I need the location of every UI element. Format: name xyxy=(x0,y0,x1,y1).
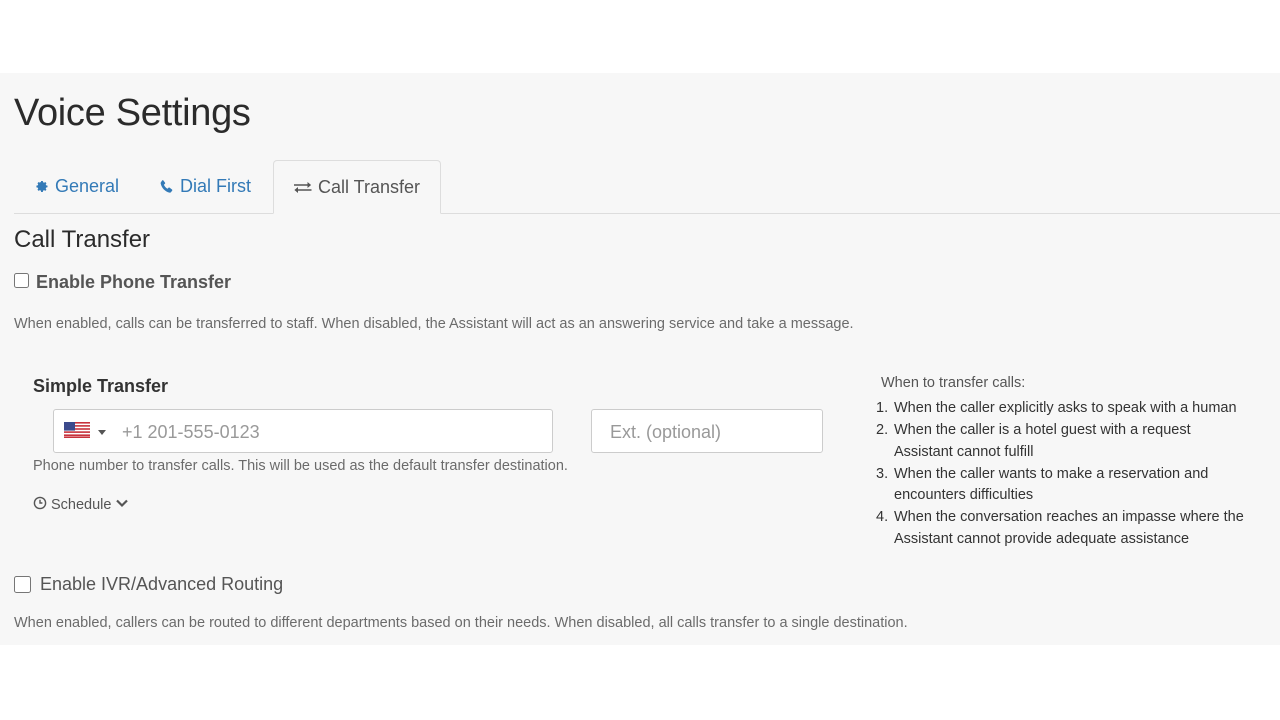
section-title: Call Transfer xyxy=(14,226,151,253)
list-item: 1. When the caller explicitly asks to sp… xyxy=(876,398,1276,420)
enable-phone-transfer-label[interactable]: Enable Phone Transfer xyxy=(36,272,231,293)
list-item-text: When the caller wants to make a reservat… xyxy=(894,465,1209,504)
chevron-down-icon xyxy=(98,430,106,435)
enable-phone-transfer-checkbox[interactable] xyxy=(14,273,29,288)
chevron-down-icon xyxy=(115,497,129,513)
tab-bar: General Dial First Call Transfer xyxy=(14,160,1280,214)
phone-icon xyxy=(160,179,174,194)
simple-transfer-title: Simple Transfer xyxy=(33,376,169,396)
list-item-text: When the caller explicitly asks to speak… xyxy=(894,400,1237,416)
country-select[interactable] xyxy=(64,422,106,443)
phone-field xyxy=(53,409,553,453)
list-item-number: 1. xyxy=(876,400,889,416)
list-item-text: When the conversation reaches an impasse… xyxy=(894,509,1244,547)
gear-icon xyxy=(34,179,49,194)
list-item: 3. When the caller wants to make a reser… xyxy=(876,464,1254,507)
when-to-transfer-list: 1. When the caller explicitly asks to sp… xyxy=(876,398,1276,551)
tab-general[interactable]: General xyxy=(14,160,139,213)
list-item-number: 2. xyxy=(876,422,889,438)
list-item-number: 4. xyxy=(876,509,889,525)
list-item-text: When the caller is a hotel guest with a … xyxy=(894,422,1191,460)
list-item: 2. When the caller is a hotel guest with… xyxy=(876,420,1234,463)
schedule-toggle[interactable]: Schedule xyxy=(33,496,129,514)
settings-panel xyxy=(0,73,1280,645)
us-flag-icon xyxy=(64,422,90,443)
phone-input[interactable] xyxy=(120,420,544,444)
phone-help: Phone number to transfer calls. This wil… xyxy=(33,458,568,474)
enable-ivr-label[interactable]: Enable IVR/Advanced Routing xyxy=(40,574,283,595)
enable-phone-transfer-help: When enabled, calls can be transferred t… xyxy=(14,316,854,332)
ext-input[interactable] xyxy=(608,420,817,444)
tab-dial-first[interactable]: Dial First xyxy=(140,160,271,213)
page-title: Voice Settings xyxy=(14,92,251,134)
ext-field xyxy=(591,409,823,453)
clock-icon xyxy=(33,496,47,514)
list-item-number: 3. xyxy=(876,465,889,482)
enable-ivr-help: When enabled, callers can be routed to d… xyxy=(14,615,908,631)
when-to-transfer-title: When to transfer calls: xyxy=(881,375,1026,391)
schedule-label: Schedule xyxy=(51,497,112,513)
exchange-icon xyxy=(294,180,312,195)
tab-general-label: General xyxy=(55,176,120,196)
tab-call-transfer-label: Call Transfer xyxy=(318,176,421,197)
enable-ivr-checkbox[interactable] xyxy=(14,576,31,593)
list-item: 4. When the conversation reaches an impa… xyxy=(876,507,1280,550)
tab-dial-first-label: Dial First xyxy=(180,176,251,196)
tab-call-transfer[interactable]: Call Transfer xyxy=(273,160,442,214)
